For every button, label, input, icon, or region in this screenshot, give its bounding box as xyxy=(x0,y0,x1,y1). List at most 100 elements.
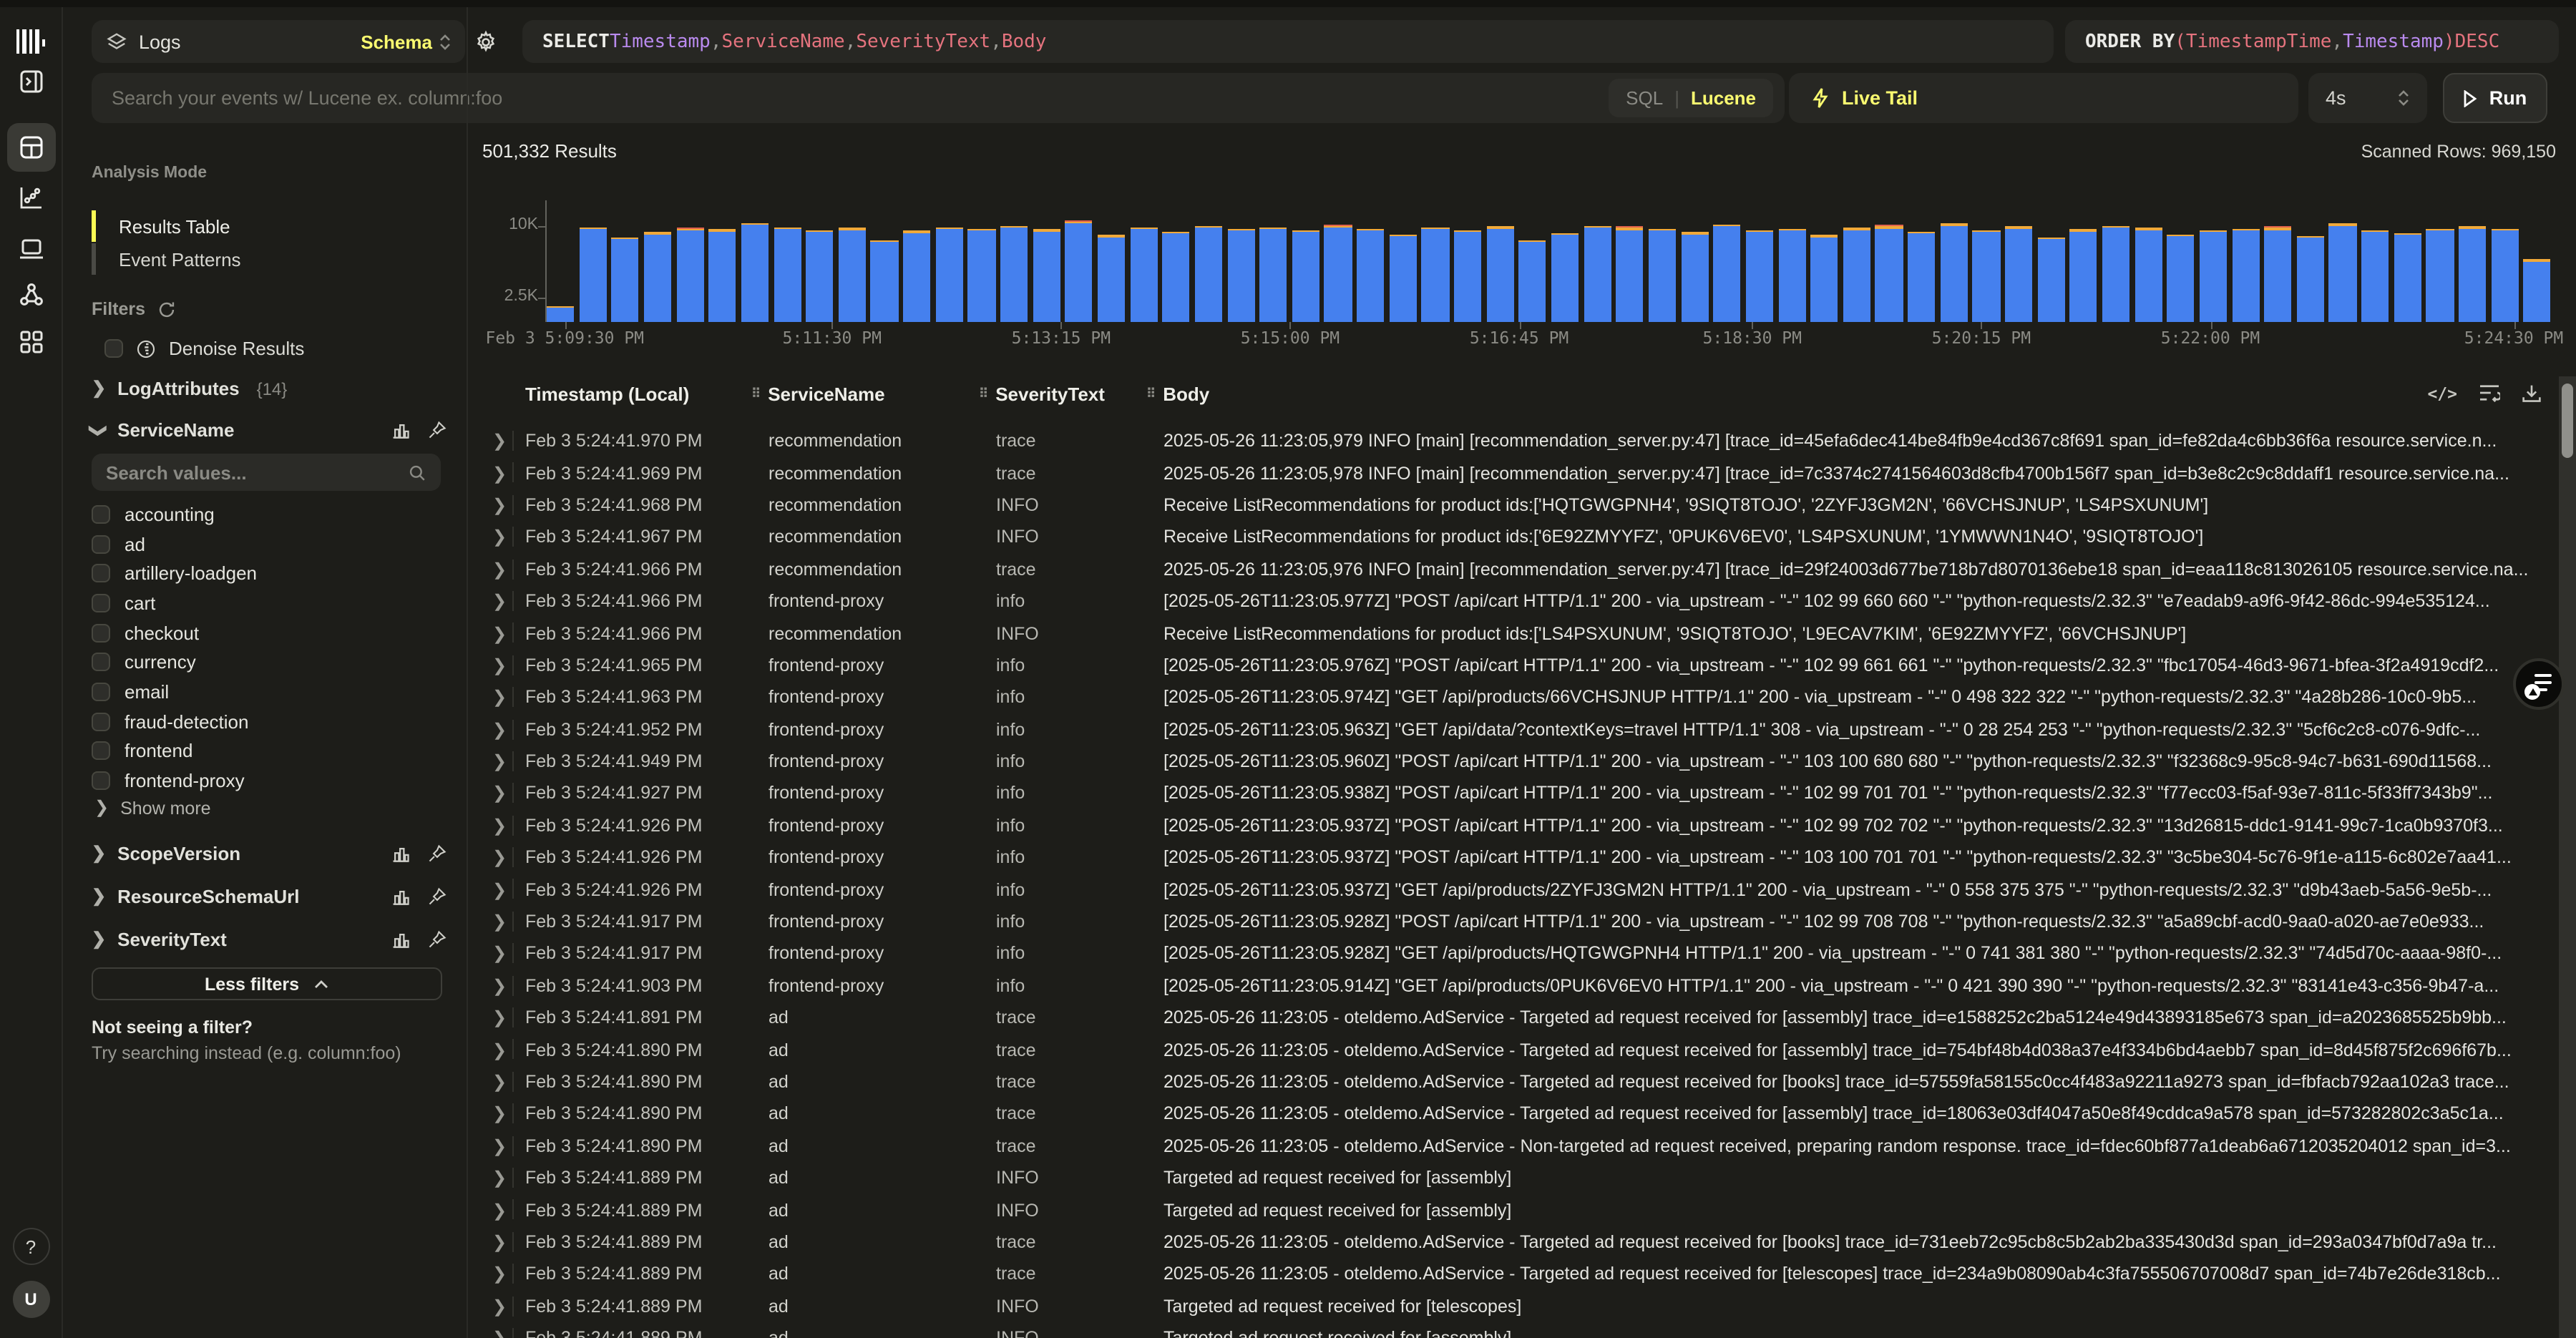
histogram-bar[interactable] xyxy=(1681,232,1708,322)
histogram-bar[interactable] xyxy=(2459,226,2486,322)
section-log-attributes[interactable]: ❯ LogAttributes {14} xyxy=(92,378,447,399)
histogram-bar[interactable] xyxy=(1357,228,1384,322)
mode-event-patterns[interactable]: Event Patterns xyxy=(92,243,241,275)
histogram-bar[interactable] xyxy=(741,223,769,322)
histogram-bar[interactable] xyxy=(1875,225,1903,322)
histogram-bar[interactable] xyxy=(2070,230,2097,322)
expand-row-icon[interactable]: ❯ xyxy=(492,527,507,547)
service-checkbox[interactable] xyxy=(92,534,110,553)
table-row[interactable]: ❯Feb 3 5:24:41.917 PMfrontend-proxyinfo[… xyxy=(469,938,2547,970)
histogram-bar[interactable] xyxy=(806,231,833,322)
col-body[interactable]: ⠿Body xyxy=(1146,384,1209,405)
table-row[interactable]: ❯Feb 3 5:24:41.889 PMadtrace2025-05-26 1… xyxy=(469,1226,2547,1259)
col-severitytext[interactable]: ⠿SeverityText xyxy=(979,384,1105,405)
table-row[interactable]: ❯Feb 3 5:24:41.890 PMadtrace2025-05-26 1… xyxy=(469,1130,2547,1162)
histogram-bar[interactable] xyxy=(579,227,606,322)
expand-row-icon[interactable]: ❯ xyxy=(492,1200,507,1220)
histogram-bar[interactable] xyxy=(1649,229,1676,322)
histogram-bar[interactable] xyxy=(1908,233,1935,322)
expand-row-icon[interactable]: ❯ xyxy=(492,944,507,964)
histogram-bar[interactable] xyxy=(612,238,639,322)
histogram-bar[interactable] xyxy=(2264,227,2291,322)
table-row[interactable]: ❯Feb 3 5:24:41.927 PMfrontend-proxyinfo[… xyxy=(469,778,2547,810)
clickhouse-logo[interactable] xyxy=(16,29,46,54)
table-row[interactable]: ❯Feb 3 5:24:41.889 PMadtrace2025-05-26 1… xyxy=(469,1258,2547,1290)
expand-row-icon[interactable]: ❯ xyxy=(492,751,507,771)
table-row[interactable]: ❯Feb 3 5:24:41.889 PMadINFOTargeted ad r… xyxy=(469,1162,2547,1194)
expand-row-icon[interactable]: ❯ xyxy=(492,1072,507,1092)
histogram-bar[interactable] xyxy=(547,306,574,322)
service-checkbox[interactable] xyxy=(92,683,110,701)
expand-row-icon[interactable]: ❯ xyxy=(492,879,507,899)
drag-handle-icon[interactable]: ⠿ xyxy=(751,386,759,402)
table-row[interactable]: ❯Feb 3 5:24:41.963 PMfrontend-proxyinfo[… xyxy=(469,681,2547,713)
expand-row-icon[interactable]: ❯ xyxy=(492,1296,507,1316)
histogram-bar[interactable] xyxy=(1616,226,1644,322)
service-checkbox[interactable] xyxy=(92,653,110,672)
histogram-bar[interactable] xyxy=(708,229,736,322)
console-icon[interactable] xyxy=(19,69,43,94)
section-severitytext[interactable]: ❯SeverityText xyxy=(92,929,447,950)
histogram-bar[interactable] xyxy=(1422,227,1449,322)
service-filter-item[interactable]: email xyxy=(92,677,449,706)
col-timestamp[interactable]: Timestamp (Local) xyxy=(525,384,689,405)
section-scopeversion[interactable]: ❯ScopeVersion xyxy=(92,843,447,864)
expand-row-icon[interactable]: ❯ xyxy=(492,719,507,739)
bar-chart-icon[interactable] xyxy=(391,887,411,907)
table-row[interactable]: ❯Feb 3 5:24:41.890 PMadtrace2025-05-26 1… xyxy=(469,1034,2547,1066)
expand-row-icon[interactable]: ❯ xyxy=(492,976,507,996)
mode-results-table[interactable]: Results Table xyxy=(92,210,230,242)
histogram-bar[interactable] xyxy=(2426,228,2454,322)
download-icon[interactable] xyxy=(2522,384,2542,404)
table-row[interactable]: ❯Feb 3 5:24:41.890 PMadtrace2025-05-26 1… xyxy=(469,1098,2547,1130)
histogram-bar[interactable] xyxy=(2200,230,2227,322)
histogram-bar[interactable] xyxy=(871,240,898,322)
table-row[interactable]: ❯Feb 3 5:24:41.926 PMfrontend-proxyinfo[… xyxy=(469,809,2547,841)
service-checkbox[interactable] xyxy=(92,742,110,761)
histogram-bar[interactable] xyxy=(1033,229,1060,322)
table-row[interactable]: ❯Feb 3 5:24:41.889 PMadINFOTargeted ad r… xyxy=(469,1290,2547,1322)
histogram-bar[interactable] xyxy=(2361,230,2389,322)
histogram-bar[interactable] xyxy=(2524,260,2551,322)
col-servicename[interactable]: ⠿ServiceName xyxy=(751,384,885,405)
help-button[interactable]: ? xyxy=(12,1228,49,1265)
histogram-bar[interactable] xyxy=(1973,230,2000,322)
service-filter-item[interactable]: fraud-detection xyxy=(92,707,449,736)
bar-chart-icon[interactable] xyxy=(391,929,411,949)
expand-row-icon[interactable]: ❯ xyxy=(492,463,507,483)
expand-row-icon[interactable]: ❯ xyxy=(492,655,507,675)
table-row[interactable]: ❯Feb 3 5:24:41.891 PMadtrace2025-05-26 1… xyxy=(469,1002,2547,1034)
histogram-bar[interactable] xyxy=(1065,221,1093,322)
expand-row-icon[interactable]: ❯ xyxy=(492,560,507,580)
refresh-icon[interactable] xyxy=(157,300,175,318)
service-filter-item[interactable]: accounting xyxy=(92,499,449,529)
table-row[interactable]: ❯Feb 3 5:24:41.926 PMfrontend-proxyinfo[… xyxy=(469,841,2547,874)
table-row[interactable]: ❯Feb 3 5:24:41.966 PMfrontend-proxyinfo[… xyxy=(469,585,2547,617)
histogram-bar[interactable] xyxy=(1843,228,1870,322)
denoise-results-option[interactable]: Denoise Results xyxy=(104,338,304,359)
search-logs-icon[interactable] xyxy=(18,135,44,160)
histogram-bar[interactable] xyxy=(2167,234,2195,322)
pin-icon[interactable] xyxy=(428,887,447,905)
edit-columns-icon[interactable]: </> xyxy=(2427,384,2457,404)
histogram-bar[interactable] xyxy=(2491,229,2518,322)
drag-handle-icon[interactable]: ⠿ xyxy=(1146,386,1154,402)
vertical-scrollbar[interactable] xyxy=(2559,376,2576,1338)
service-filter-item[interactable]: checkout xyxy=(92,618,449,648)
histogram-bar[interactable] xyxy=(2329,224,2356,322)
histogram-bar[interactable] xyxy=(1713,225,1740,322)
histogram-bar[interactable] xyxy=(1098,235,1125,322)
histogram-bar[interactable] xyxy=(2297,236,2324,322)
histogram-bar[interactable] xyxy=(1000,225,1028,322)
histogram-bar[interactable] xyxy=(1227,228,1254,322)
expand-row-icon[interactable]: ❯ xyxy=(492,591,507,611)
service-filter-item[interactable]: cart xyxy=(92,588,449,617)
scrollbar-thumb[interactable] xyxy=(2562,384,2573,458)
table-row[interactable]: ❯Feb 3 5:24:41.889 PMadINFOTargeted ad r… xyxy=(469,1322,2547,1338)
expand-row-icon[interactable]: ❯ xyxy=(492,623,507,643)
histogram-bar[interactable] xyxy=(1292,230,1319,322)
histogram-bar[interactable] xyxy=(903,231,930,322)
histogram-bar[interactable] xyxy=(2135,228,2162,322)
service-checkbox[interactable] xyxy=(92,564,110,582)
text-wrap-icon[interactable] xyxy=(2479,384,2500,402)
